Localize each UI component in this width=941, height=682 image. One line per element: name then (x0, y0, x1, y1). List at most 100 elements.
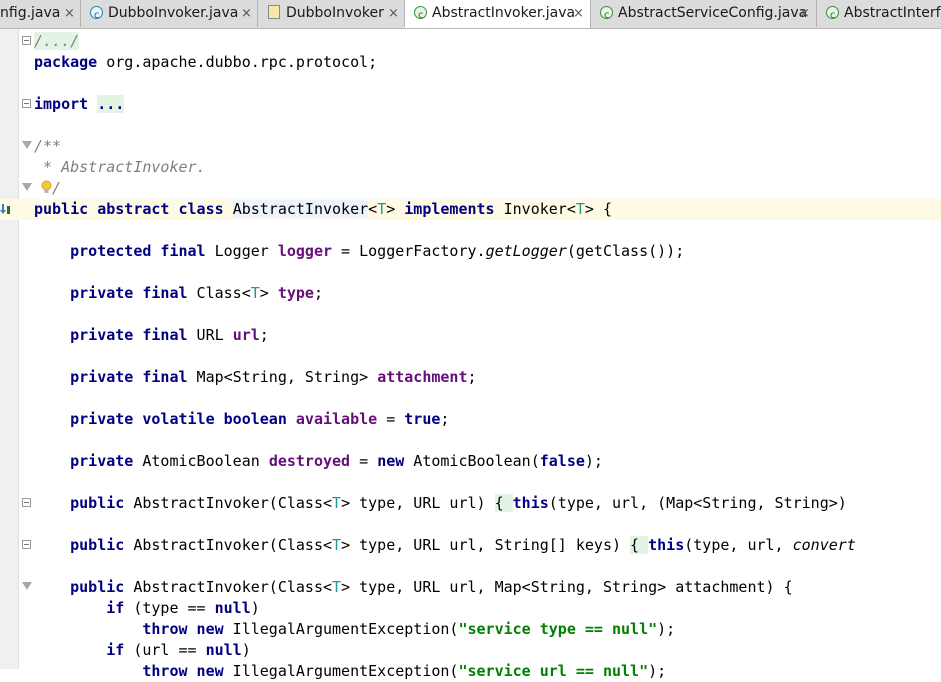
class-icon (90, 2, 103, 27)
code-text: /.../ (34, 31, 80, 52)
code-token: AtomicBoolean( (404, 452, 540, 470)
code-token: AbstractInvoker (232, 200, 369, 218)
close-tab-icon[interactable]: × (388, 0, 399, 27)
code-line[interactable]: throw new IllegalArgumentException("serv… (0, 661, 941, 682)
code-text: import ... (34, 94, 125, 115)
code-text: protected final Logger logger = LoggerFa… (34, 241, 684, 262)
code-token: "service url == null" (458, 662, 649, 680)
tab-1[interactable]: DubboInvoker.java× (81, 0, 258, 27)
code-line[interactable]: /** (0, 136, 941, 157)
code-token: < (368, 200, 378, 218)
code-line[interactable] (0, 388, 941, 409)
code-line[interactable]: private final Map<String, String> attach… (0, 367, 941, 388)
code-line[interactable]: private AtomicBoolean destroyed = new At… (0, 451, 941, 472)
code-text: /** (34, 136, 61, 157)
code-line[interactable]: import ... (0, 94, 941, 115)
code-line[interactable]: private final URL url; (0, 325, 941, 346)
fold-expand-icon[interactable] (22, 498, 31, 507)
code-token: attachment (377, 368, 468, 386)
code-line[interactable]: * AbstractInvoker. (0, 157, 941, 178)
fold-collapse-icon[interactable] (22, 582, 32, 590)
code-token: public (70, 536, 125, 554)
code-token: AbstractInvoker(Class< (124, 536, 333, 554)
code-line[interactable]: private volatile boolean available = tru… (0, 409, 941, 430)
code-line[interactable] (0, 430, 941, 451)
code-token: private final (70, 368, 188, 386)
code-token: (getClass()); (566, 242, 685, 260)
fold-expand-icon[interactable] (22, 540, 31, 549)
tab-0[interactable]: nfig.java × (0, 0, 81, 27)
code-line[interactable]: public AbstractInvoker(Class<T> type, UR… (0, 493, 941, 514)
code-token: convert (792, 536, 856, 554)
code-token: import (34, 95, 89, 113)
code-token: T (575, 200, 585, 218)
code-text: private volatile boolean available = tru… (34, 409, 449, 430)
code-token: url (232, 326, 260, 344)
code-line[interactable] (0, 346, 941, 367)
code-line[interactable] (0, 115, 941, 136)
code-line[interactable]: private final Class<T> type; (0, 283, 941, 304)
code-token: > (386, 200, 405, 218)
tab-label: nfig.java (0, 5, 61, 21)
code-token: Class< (187, 284, 251, 302)
code-token: Map<String, String> (187, 368, 378, 386)
code-text: public abstract class AbstractInvoker<T>… (34, 199, 612, 220)
code-line[interactable]: if (type == null) (0, 598, 941, 619)
code-line[interactable]: if (url == null) (0, 640, 941, 661)
code-line[interactable]: protected final Logger logger = LoggerFa… (0, 241, 941, 262)
code-line[interactable]: public abstract class AbstractInvoker<T>… (0, 199, 941, 220)
code-token: private final (70, 326, 188, 344)
code-line[interactable] (0, 262, 941, 283)
code-line[interactable]: package org.apache.dubbo.rpc.protocol; (0, 52, 941, 73)
code-line[interactable] (0, 73, 941, 94)
implements-marker-icon[interactable] (0, 202, 10, 216)
code-token: (type, url, (Map<String, String>) (548, 494, 847, 512)
code-line[interactable]: /.../ (0, 31, 941, 52)
code-token: ) (250, 599, 260, 617)
code-text: if (type == null) (34, 598, 260, 619)
code-token: (url == (124, 641, 206, 659)
code-token: available (295, 410, 378, 428)
tab-5[interactable]: AbstractInterfa (817, 0, 941, 27)
close-tab-icon[interactable]: × (64, 0, 75, 27)
tab-3[interactable]: AbstractInvoker.java× (405, 0, 591, 28)
code-token: private volatile boolean (70, 410, 287, 428)
close-tab-icon[interactable]: × (799, 0, 810, 27)
code-line[interactable]: public AbstractInvoker(Class<T> type, UR… (0, 577, 941, 598)
code-token: new (377, 452, 405, 470)
code-token: destroyed (268, 452, 351, 470)
code-token: ; (313, 284, 323, 302)
code-line[interactable] (0, 472, 941, 493)
code-line[interactable] (0, 556, 941, 577)
fold-collapse-icon[interactable] (22, 141, 32, 149)
fold-expand-icon[interactable] (22, 36, 31, 45)
code-line[interactable]: public AbstractInvoker(Class<T> type, UR… (0, 535, 941, 556)
code-text: private final Class<T> type; (34, 283, 323, 304)
code-token: ; (467, 368, 477, 386)
close-tab-icon[interactable]: × (573, 0, 584, 27)
tab-label: AbstractInvoker.java (432, 5, 576, 21)
code-line[interactable] (0, 220, 941, 241)
code-line[interactable] (0, 304, 941, 325)
code-editor[interactable]: /.../ package org.apache.dubbo.rpc.protoc… (0, 29, 941, 680)
abstract-class-icon (600, 2, 613, 27)
tab-2[interactable]: DubboInvoker × (258, 0, 405, 27)
code-token: T (377, 200, 387, 218)
code-line[interactable]: throw new IllegalArgumentException("serv… (0, 619, 941, 640)
close-tab-icon[interactable]: × (241, 0, 252, 27)
fold-expand-icon[interactable] (22, 99, 31, 108)
code-token: > (259, 284, 278, 302)
fold-collapse-icon[interactable] (22, 183, 32, 191)
code-token: getLogger (485, 242, 567, 260)
code-line[interactable] (0, 514, 941, 535)
code-token: / (34, 179, 62, 197)
code-line[interactable]: / (0, 178, 941, 199)
code-token: if (106, 641, 125, 659)
tab-4[interactable]: AbstractServiceConfig.java× (591, 0, 817, 27)
code-text: package org.apache.dubbo.rpc.protocol; (34, 52, 377, 73)
